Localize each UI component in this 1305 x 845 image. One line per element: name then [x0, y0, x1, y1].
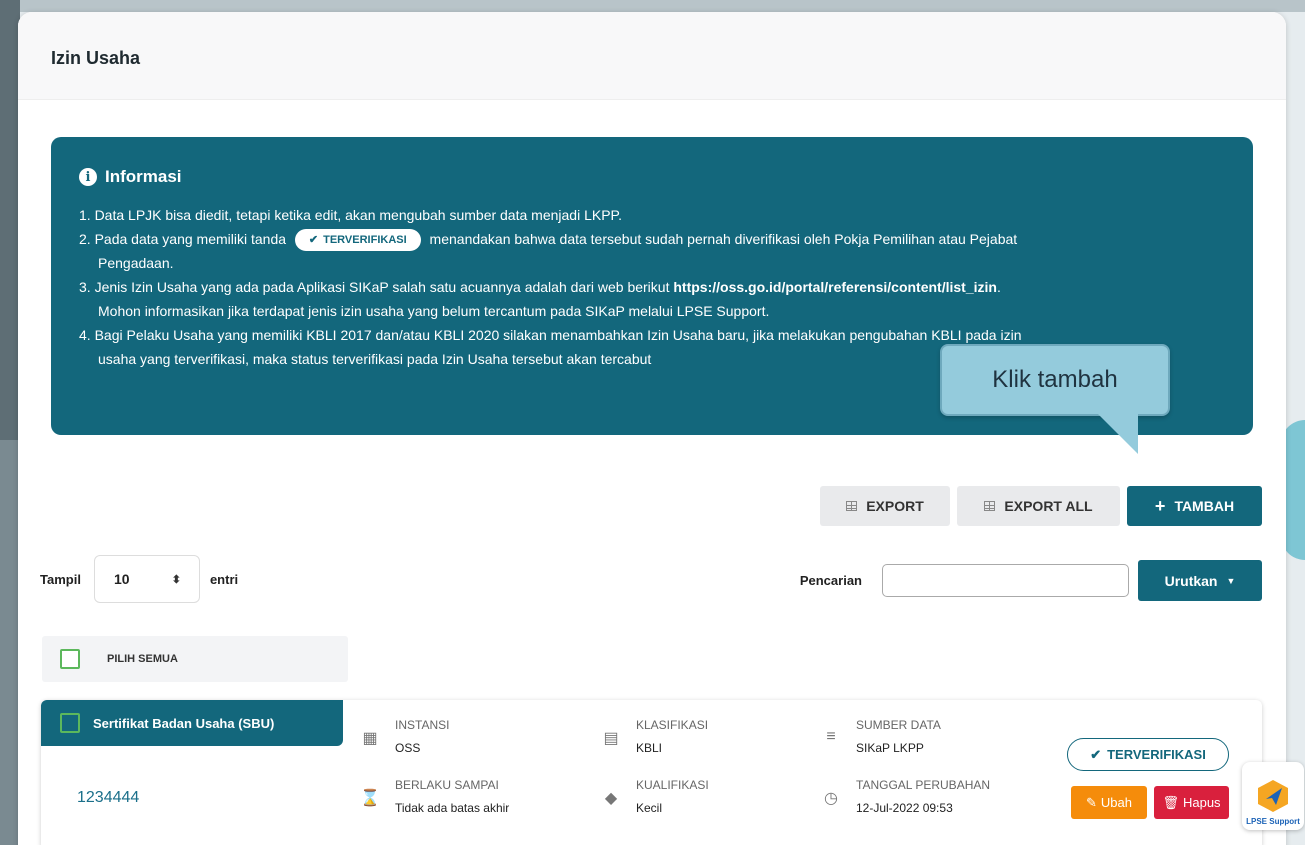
- trash-icon: 🗑: [1162, 794, 1179, 810]
- sort-dropdown-button[interactable]: Urutkan ▼: [1138, 560, 1262, 601]
- delete-button[interactable]: 🗑 Hapus: [1154, 786, 1229, 819]
- callout-pointer: [1080, 414, 1138, 454]
- info-item-3-cont: Mohon informasikan jika terdapat jenis i…: [98, 303, 770, 320]
- check-icon: ✔: [1090, 746, 1102, 762]
- oss-link[interactable]: https://oss.go.id/portal/referensi/conte…: [673, 279, 997, 295]
- select-all-label: PILIH SEMUA: [107, 653, 178, 665]
- meta-berlaku: ⌛ BERLAKU SAMPAI Tidak ada batas akhir: [360, 778, 510, 815]
- info-heading-text: Informasi: [105, 167, 182, 186]
- search-input[interactable]: [882, 564, 1129, 597]
- toolbar: EXPORT EXPORT ALL + TAMBAH: [820, 486, 1262, 526]
- tutorial-callout: Klik tambah: [940, 344, 1170, 416]
- hourglass-icon: ⌛: [360, 790, 380, 807]
- select-all-row[interactable]: PILIH SEMUA: [42, 636, 348, 682]
- info-item-1: 1. Data LPJK bisa diedit, tetapi ketika …: [79, 207, 622, 223]
- license-type-tab: Sertifikat Badan Usaha (SBU): [41, 700, 343, 746]
- search-row: Pencarian Urutkan ▼: [800, 560, 1262, 601]
- page-title: Izin Usaha: [51, 48, 141, 68]
- export-button[interactable]: EXPORT: [820, 486, 950, 526]
- plus-icon: +: [1154, 496, 1166, 516]
- license-type: Sertifikat Badan Usaha (SBU): [93, 715, 275, 731]
- license-number[interactable]: 1234444: [77, 789, 139, 807]
- database-icon: ≡: [826, 728, 836, 745]
- meta-tanggal: ◷ TANGGAL PERUBAHAN 12-Jul-2022 09:53: [820, 778, 990, 815]
- meta-klasifikasi: ▤ KLASIFIKASI KBLI: [600, 718, 708, 755]
- meta-kualifikasi: ◆ KUALIFIKASI Kecil: [600, 778, 709, 815]
- info-icon: i: [79, 168, 97, 186]
- check-icon: ✔: [308, 234, 319, 247]
- entries-label: entri: [209, 571, 239, 587]
- sort-arrows-icon: ⬍: [171, 573, 181, 586]
- verified-status-badge: ✔ TERVERIFIKASI: [1067, 738, 1229, 771]
- meta-sumber: ≡ SUMBER DATA SIKaP LKPP: [820, 718, 941, 755]
- edit-icon: ✎: [1086, 794, 1097, 810]
- page-size-select[interactable]: 10 ⬍: [93, 555, 200, 603]
- tag-icon: ◆: [604, 790, 618, 807]
- export-all-button[interactable]: EXPORT ALL: [957, 486, 1120, 526]
- add-button[interactable]: + TAMBAH: [1127, 486, 1262, 526]
- license-checkbox[interactable]: [60, 713, 80, 733]
- lpse-support-label: LPSE Support: [1246, 817, 1300, 826]
- info-item-2: 2. Pada data yang memiliki tanda ✔ TERVE…: [79, 227, 1213, 252]
- show-label: Tampil: [40, 571, 81, 587]
- verified-sample-badge: ✔ TERVERIFIKASI: [294, 229, 421, 252]
- lpse-support-widget[interactable]: LPSE Support: [1242, 762, 1304, 830]
- background-left-top: [0, 0, 20, 440]
- edit-button[interactable]: ✎ Ubah: [1071, 786, 1147, 819]
- clock-icon: ◷: [824, 790, 838, 807]
- info-item-2-cont: Pengadaan.: [98, 255, 174, 272]
- caret-down-icon: ▼: [1226, 575, 1236, 586]
- info-heading: i Informasi: [79, 167, 1253, 187]
- search-label: Pencarian: [799, 573, 862, 588]
- table-icon: [846, 501, 858, 511]
- table-icon: [984, 501, 996, 511]
- card-header: Izin Usaha: [18, 12, 1286, 100]
- info-item-3: 3. Jenis Izin Usaha yang ada pada Aplika…: [79, 279, 1001, 296]
- page-size-control: Tampil 10 ⬍ entri: [40, 555, 238, 603]
- building-icon: ▦: [362, 730, 378, 747]
- file-icon: ▤: [603, 730, 619, 747]
- lpse-support-icon: [1258, 780, 1288, 812]
- select-all-checkbox[interactable]: [60, 649, 80, 669]
- background-top: [0, 0, 1305, 12]
- license-card: Sertifikat Badan Usaha (SBU) 1234444 ▦ I…: [41, 700, 1262, 845]
- meta-instansi: ▦ INSTANSI OSS: [359, 718, 449, 755]
